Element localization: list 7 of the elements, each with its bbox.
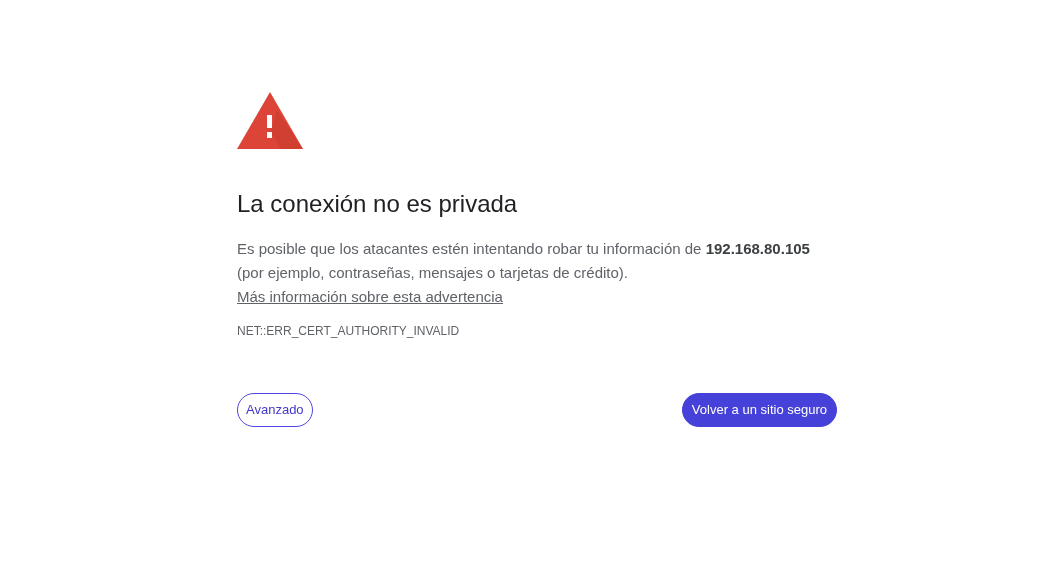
back-to-safety-button[interactable]: Volver a un sitio seguro: [681, 393, 837, 427]
warning-icon: [237, 92, 303, 149]
advanced-button[interactable]: Avanzado: [237, 393, 313, 427]
learn-more-link[interactable]: Más información sobre esta advertencia: [237, 288, 503, 305]
warning-message: Es posible que los atacantes estén intentando robar tu información de 192.168.80.105 (por ejemplo, contraseñas, mensajes o tarjetas de crédito). Más información sobre esta advertencia: [237, 239, 811, 307]
page-heading: La conexión no es privada: [237, 189, 519, 219]
error-code: NET::ERR_CERT_AUTHORITY_INVALID: [237, 323, 461, 339]
